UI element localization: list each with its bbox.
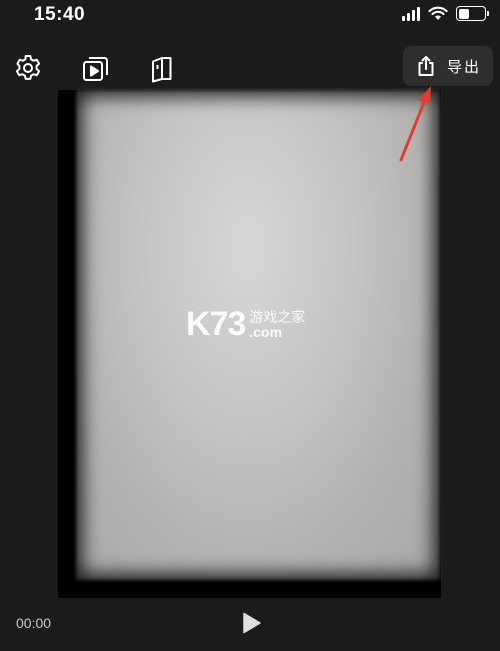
watermark-cn: 游戏之家	[249, 309, 306, 325]
play-layers-icon[interactable]	[80, 52, 112, 84]
book-icon[interactable]	[146, 52, 178, 84]
export-button[interactable]: 导出	[403, 46, 493, 86]
play-icon	[243, 612, 261, 634]
watermark-domain: .com	[249, 324, 283, 340]
watermark-text: 游戏之家 .com	[249, 310, 305, 340]
current-time: 00:00	[16, 615, 52, 631]
status-bar: 15:40	[0, 0, 500, 32]
export-label: 导出	[446, 58, 481, 76]
status-icons	[402, 6, 489, 21]
watermark-logo: K73	[186, 305, 246, 343]
share-upload-icon	[418, 56, 434, 76]
status-time: 15:40	[34, 4, 86, 25]
play-button[interactable]	[238, 610, 264, 636]
wifi-icon	[428, 6, 448, 20]
top-toolbar: 导出	[0, 44, 500, 92]
watermark: K73 游戏之家 .com	[186, 307, 305, 341]
signal-icon	[402, 6, 420, 21]
settings-gear-icon[interactable]	[12, 52, 44, 84]
battery-icon	[456, 6, 489, 21]
